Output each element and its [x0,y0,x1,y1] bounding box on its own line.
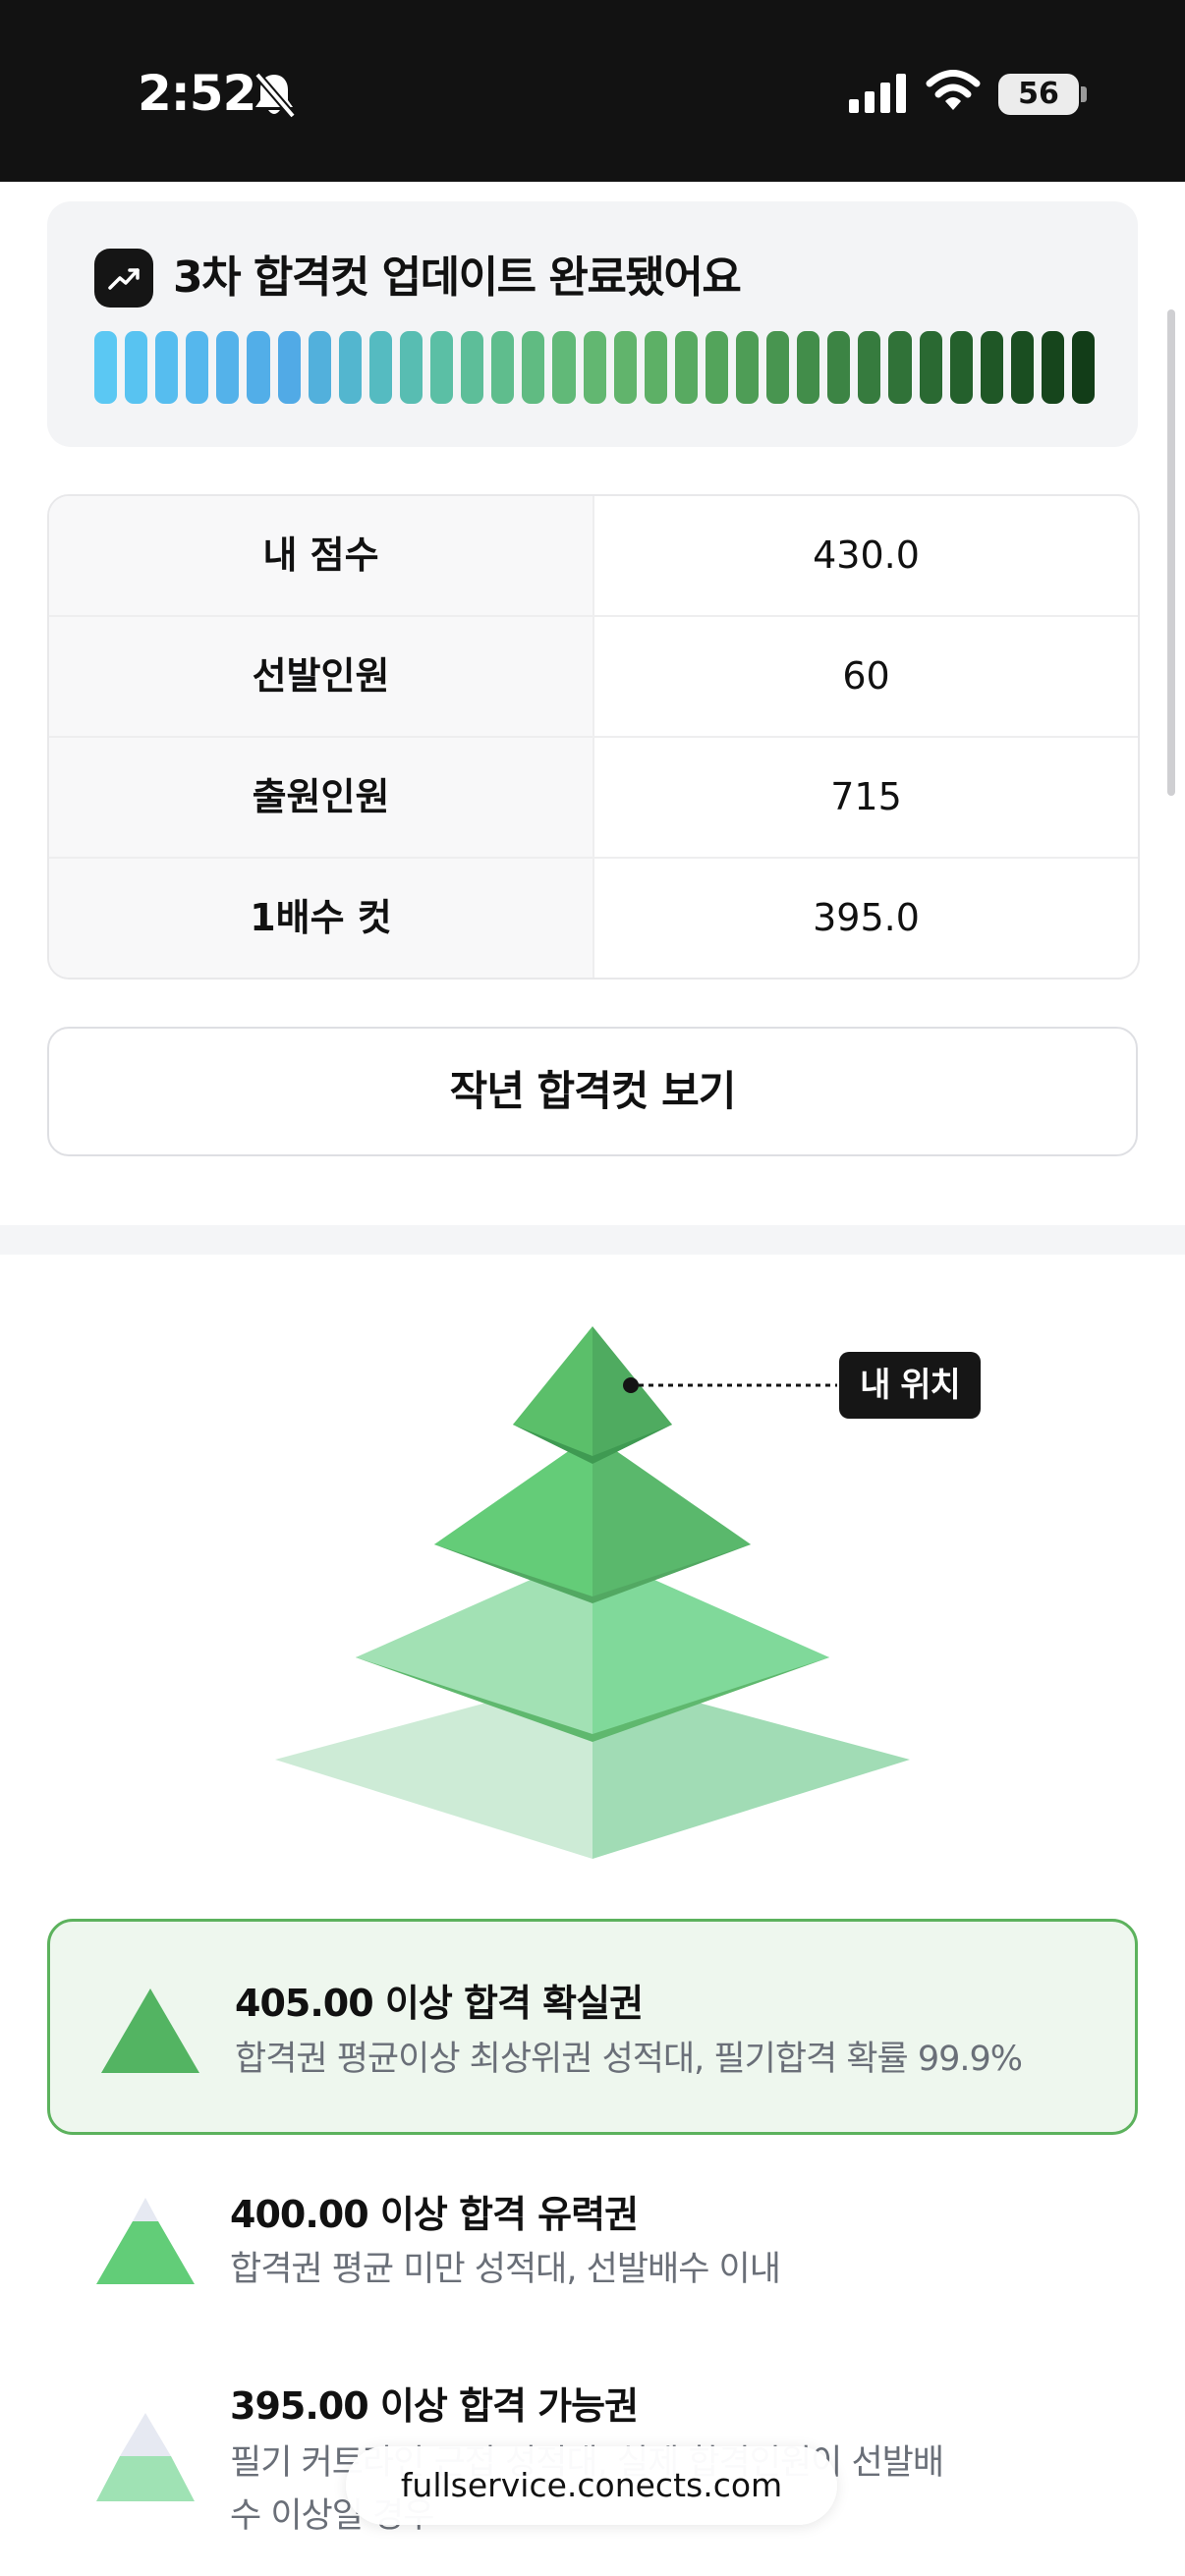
scrollbar[interactable] [1167,309,1175,796]
score-table: 내 점수 430.0 선발인원 60 출원인원 715 1배수 컷 395.0 [47,494,1140,980]
bell-off-icon [254,72,297,119]
progress-segment [888,331,912,404]
my-position-label: 내 위치 [839,1352,981,1419]
progress-segment [583,331,606,404]
progress-segment [766,331,790,404]
banner-title: 3차 합격컷 업데이트 완료됐어요 [173,252,742,303]
progress-segment [919,331,942,404]
tier-item-certain[interactable]: 405.00 이상 합격 확실권 합격권 평균이상 최상위권 성적대, 필기합격… [47,1919,1138,2135]
tier-title: 405.00 이상 합격 확실권 [235,1982,644,2025]
progress-segment [1010,331,1034,404]
row-value: 715 [830,775,902,818]
progress-gradient-bars [94,331,1096,404]
table-row: 1배수 컷 395.0 [49,859,1138,978]
triangle-icon [96,2198,195,2284]
status-time: 2:52 [138,65,256,122]
progress-segment [308,331,331,404]
table-row: 출원인원 715 [49,738,1138,859]
browser-url-bar[interactable]: fullservice.conects.com [346,2446,837,2525]
my-position-dot [623,1377,639,1393]
progress-segment [277,331,301,404]
row-label: 선발인원 [49,617,594,736]
prev-year-cut-button[interactable]: 작년 합격컷 보기 [47,1027,1138,1156]
progress-segment [674,331,698,404]
progress-segment [705,331,728,404]
progress-segment [94,331,118,404]
progress-segment [338,331,362,404]
pyramid-tier-1-left [513,1326,592,1456]
row-value: 430.0 [813,533,920,577]
progress-segment [644,331,667,404]
battery-icon: 56 [998,74,1079,115]
progress-segment [155,331,179,404]
progress-segment [430,331,454,404]
trend-up-icon [94,249,153,308]
progress-segment [858,331,881,404]
progress-segment [125,331,148,404]
progress-segment [1072,331,1096,404]
progress-segment [980,331,1003,404]
progress-segment [216,331,240,404]
progress-segment [949,331,973,404]
progress-segment [613,331,637,404]
tier-desc: 합격권 평균 미만 성적대, 선발배수 이내 [230,2250,781,2289]
section-divider [0,1225,1185,1255]
progress-segment [797,331,820,404]
wifi-icon [926,70,981,110]
status-bar: 2:52 56 [0,0,1185,182]
pyramid-chart [275,1326,910,1859]
table-row: 내 점수 430.0 [49,496,1138,617]
row-label: 내 점수 [49,496,594,615]
progress-segment [491,331,515,404]
update-banner: 3차 합격컷 업데이트 완료됐어요 [47,201,1138,447]
row-label: 출원인원 [49,738,594,857]
progress-segment [522,331,545,404]
row-label: 1배수 컷 [49,859,594,978]
row-value: 60 [842,654,890,698]
progress-segment [1041,331,1064,404]
tier-desc: 합격권 평균이상 최상위권 성적대, 필기합격 확률 99.9% [235,2040,1023,2079]
row-value: 395.0 [813,896,920,939]
progress-segment [461,331,484,404]
signal-icon [849,74,906,113]
table-row: 선발인원 60 [49,617,1138,738]
progress-segment [247,331,270,404]
progress-segment [399,331,423,404]
tier-title: 395.00 이상 합격 가능권 [230,2384,639,2428]
progress-segment [827,331,851,404]
battery-nub [1081,86,1087,102]
progress-segment [552,331,576,404]
progress-segment [735,331,760,404]
tier-item-likely[interactable]: 400.00 이상 합격 유력권 합격권 평균 미만 성적대, 선발배수 이내 [47,2166,1138,2324]
progress-segment [186,331,209,404]
triangle-icon [96,2413,195,2501]
tier-title: 400.00 이상 합격 유력권 [230,2193,639,2236]
progress-segment [368,331,392,404]
triangle-icon [101,1988,199,2073]
